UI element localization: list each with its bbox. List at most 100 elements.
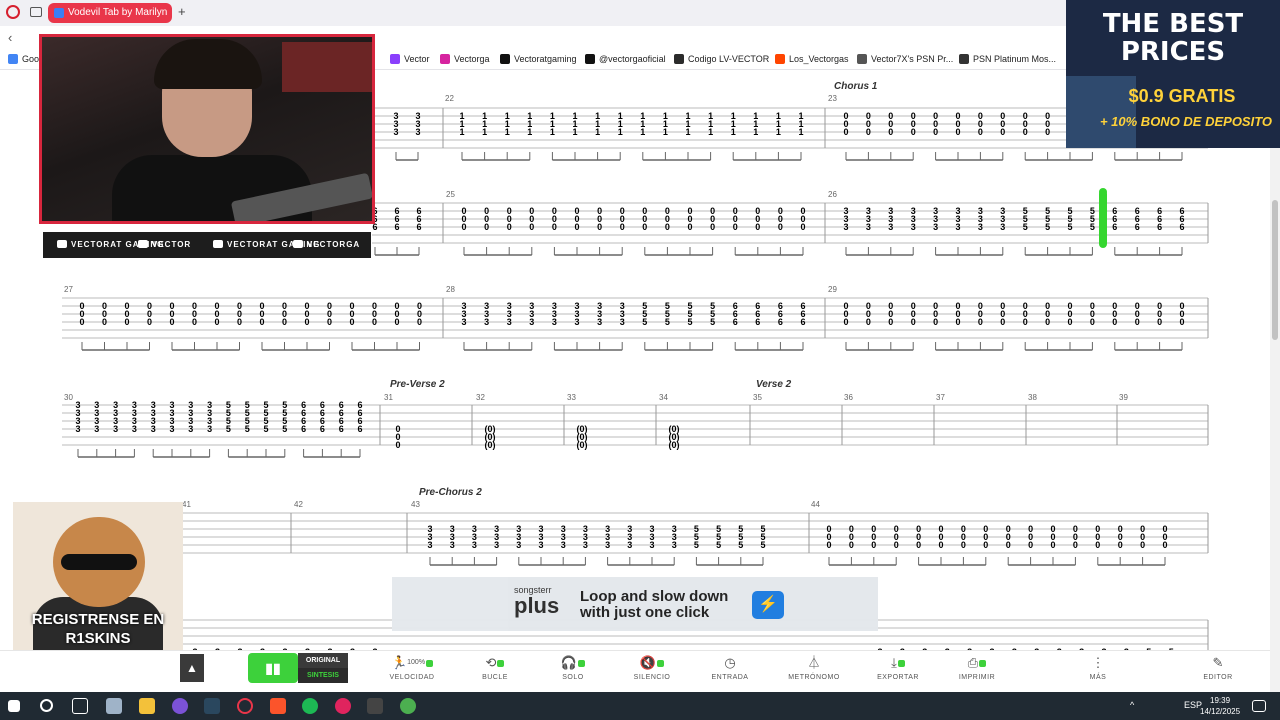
brave-icon[interactable] <box>270 698 286 714</box>
tab-note: 1 <box>572 127 577 137</box>
notification-icon[interactable] <box>1252 700 1266 712</box>
tab-note: 0 <box>1090 317 1095 327</box>
more-button[interactable]: ⋮ MÁS <box>1068 655 1128 683</box>
tab-note: 0 <box>849 540 854 550</box>
scrollbar-thumb[interactable] <box>1272 200 1278 340</box>
tab-note: 0 <box>1050 540 1055 550</box>
bar-number: 44 <box>811 500 820 509</box>
opera-logo-icon[interactable] <box>6 5 20 19</box>
new-tab-button[interactable]: + <box>178 4 186 19</box>
bar-number: 33 <box>567 393 576 402</box>
tab-manager-icon[interactable] <box>30 7 42 17</box>
tab-note: 0 <box>1179 317 1184 327</box>
editor-icon: ✎ <box>1212 655 1224 670</box>
tab-note: 0 <box>102 317 107 327</box>
bar-number: 38 <box>1028 393 1037 402</box>
tab-note: 5 <box>1067 222 1072 232</box>
lock-icon <box>979 660 987 667</box>
folder-icon[interactable] <box>139 698 155 714</box>
tab-note: 0 <box>955 127 960 137</box>
metronome-button[interactable]: ⏃ METRÓNOMO <box>784 655 844 683</box>
tab-note: 3 <box>583 540 588 550</box>
clock[interactable]: 19:39 14/12/2025 <box>1200 695 1240 717</box>
tab-note: 0 <box>304 317 309 327</box>
tab-note: 6 <box>778 317 783 327</box>
bookmark-item[interactable]: Vectoratgaming <box>500 54 577 64</box>
psn-icon <box>857 54 867 64</box>
tab-note: 0 <box>843 317 848 327</box>
tab-note: 3 <box>605 540 610 550</box>
speed-value: 100% <box>407 659 426 666</box>
task-view-icon[interactable] <box>72 698 88 714</box>
mute-button[interactable]: 🔇 SILENCIO <box>622 655 682 683</box>
tab-note: 3 <box>169 424 174 434</box>
tab-note: 0 <box>710 222 715 232</box>
bookmark-item[interactable]: Los_Vectorgas <box>775 54 849 64</box>
app-icon[interactable] <box>400 698 416 714</box>
playback-cursor[interactable] <box>1099 190 1107 248</box>
loop-button[interactable]: ⟲ BUCLE <box>465 655 525 683</box>
tab-note: 0 <box>826 540 831 550</box>
ad-headline: THE BEST PRICES <box>1102 9 1244 67</box>
speed-button[interactable]: 🏃100% VELOCIDAD <box>382 655 442 683</box>
tab-active[interactable]: Vodevil Tab by Marilyn <box>48 3 172 23</box>
tab-note: 1 <box>731 127 736 137</box>
app-icon[interactable] <box>172 698 188 714</box>
promo-banner[interactable]: songsterr plus Loop and slow down with j… <box>392 577 878 631</box>
bookmark-item[interactable]: Vectorga <box>440 54 490 64</box>
tab-note: 0 <box>259 317 264 327</box>
count-in-button[interactable]: ◷ ENTRADA <box>700 655 760 683</box>
bar-number: 25 <box>446 190 455 199</box>
player-toolbar: ▲ ▮▮ ORIGINAL SINTESIS 🏃100% VELOCIDAD ⟲ B… <box>0 650 1270 692</box>
headphones-icon: 🎧 <box>543 655 603 671</box>
tab-note: 0 <box>687 222 692 232</box>
bar-number: 29 <box>828 285 837 294</box>
tab-note: 0 <box>1140 540 1145 550</box>
tab-note: 1 <box>527 127 532 137</box>
tab-note: 5 <box>226 424 231 434</box>
tray-chevron-icon[interactable]: ^ <box>1130 700 1134 710</box>
print-button[interactable]: ⎙ IMPRIMIR <box>947 655 1007 683</box>
mode-original[interactable]: ORIGINAL <box>298 653 348 668</box>
playback-cursor-handle[interactable] <box>1099 188 1107 196</box>
bookmark-item[interactable]: Vector <box>390 54 430 64</box>
explorer-icon[interactable] <box>106 698 122 714</box>
solo-button[interactable]: 🎧 SOLO <box>543 655 603 683</box>
bar-number: 42 <box>294 500 303 509</box>
bookmark-item[interactable]: Codigo LV-VECTOR <box>674 54 769 64</box>
tab-note: 3 <box>561 540 566 550</box>
windows-start-icon[interactable] <box>8 700 20 712</box>
tab-note: 3 <box>484 317 489 327</box>
spotify-icon[interactable] <box>302 698 318 714</box>
social-item: VECTOR <box>138 240 191 249</box>
tab-note: 0 <box>1135 317 1140 327</box>
steam-icon[interactable] <box>204 698 220 714</box>
instagram-icon <box>293 240 303 248</box>
bookmark-item[interactable]: Vector7X's PSN Pr... <box>857 54 953 64</box>
bookmark-item[interactable]: PSN Platinum Mos... <box>959 54 1056 64</box>
tool-label: ENTRADA <box>711 674 749 681</box>
speed-icon: 🏃100% <box>382 655 442 671</box>
expand-button[interactable]: ▲ <box>180 654 204 682</box>
opera-icon[interactable] <box>237 698 253 714</box>
tool-label: EXPORTAR <box>877 674 919 681</box>
editor-button[interactable]: ✎ EDITOR <box>1188 655 1248 683</box>
bookmark-item[interactable]: @vectorgaoficial <box>585 54 666 64</box>
app-icon[interactable] <box>335 698 351 714</box>
tab-note: 6 <box>1135 222 1140 232</box>
back-icon[interactable]: ‹ <box>8 30 12 45</box>
audio-mode-toggle[interactable]: ORIGINAL SINTESIS <box>298 653 348 683</box>
obs-icon[interactable] <box>367 698 383 714</box>
vertical-scrollbar[interactable] <box>1270 70 1280 692</box>
bar-number: 34 <box>659 393 668 402</box>
mode-sintesis[interactable]: SINTESIS <box>298 668 348 683</box>
tab-note: 3 <box>552 317 557 327</box>
tab-note: 6 <box>1112 222 1117 232</box>
tab-note: 0 <box>1162 540 1167 550</box>
tab-note: 0 <box>961 540 966 550</box>
lock-icon <box>426 660 434 667</box>
search-icon[interactable] <box>40 699 53 712</box>
export-button[interactable]: ⤓ EXPORTAR <box>868 655 928 683</box>
pause-button[interactable]: ▮▮ <box>248 653 298 683</box>
tab-note: 0 <box>1073 540 1078 550</box>
